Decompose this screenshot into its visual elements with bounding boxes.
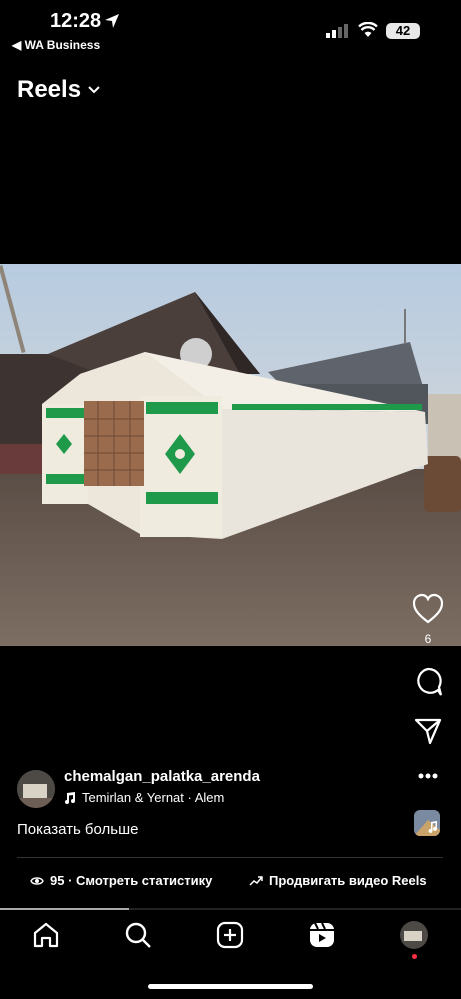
heart-icon[interactable]: [408, 592, 448, 626]
reels-icon[interactable]: [307, 920, 337, 950]
author-username[interactable]: chemalgan_palatka_arenda: [64, 768, 260, 785]
author-row: chemalgan_palatka_arenda Temirlan & Yern…: [17, 768, 447, 814]
home-icon[interactable]: [31, 920, 61, 950]
boost-reel-button[interactable]: Продвигать видео Reels: [249, 873, 427, 888]
music-info[interactable]: Temirlan & Yernat · Alem: [64, 790, 224, 805]
trend-arrow-icon: [249, 875, 263, 886]
wifi-icon: [358, 22, 378, 37]
author-avatar[interactable]: [17, 770, 55, 808]
comment-icon[interactable]: [408, 666, 448, 698]
status-time: 12:28: [50, 10, 102, 32]
reel-video[interactable]: [0, 264, 461, 646]
reels-header[interactable]: Reels: [17, 76, 101, 104]
notification-dot: [412, 954, 417, 959]
profile-avatar[interactable]: [400, 921, 428, 949]
music-note-icon: [65, 791, 75, 804]
location-arrow-icon: [105, 14, 119, 28]
chevron-down-icon: [88, 86, 100, 94]
like-count[interactable]: 6: [408, 632, 448, 646]
bottom-tab-bar: [0, 910, 461, 970]
audio-thumbnail[interactable]: [414, 810, 440, 836]
boost-label: Продвигать видео Reels: [269, 873, 427, 888]
create-icon[interactable]: [215, 920, 245, 950]
eye-icon: [30, 876, 44, 885]
tent-photo: [0, 264, 461, 646]
page-title: Reels: [17, 76, 82, 103]
signal-icon: [326, 24, 348, 38]
search-icon[interactable]: [123, 920, 153, 950]
share-icon[interactable]: [408, 716, 448, 746]
view-insights-button[interactable]: 95 · Смотреть статистику: [30, 873, 212, 888]
back-to-app-link[interactable]: ◀ WA Business: [12, 38, 100, 52]
status-bar: 12:28 ◀ WA Business 42: [0, 0, 461, 56]
home-indicator: [148, 984, 313, 989]
music-label: Temirlan & Yernat · Alem: [82, 790, 225, 805]
caption-show-more[interactable]: Показать больше: [17, 821, 138, 838]
insights-label: 95 · Смотреть статистику: [50, 873, 213, 888]
divider: [17, 857, 443, 858]
battery-indicator: 42: [386, 23, 420, 39]
